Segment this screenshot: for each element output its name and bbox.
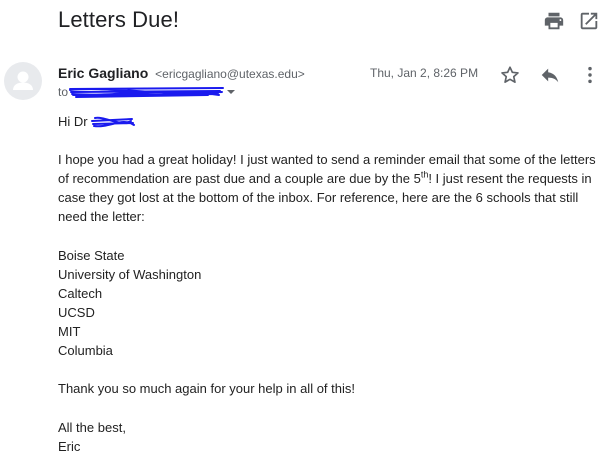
school-list-item: Caltech xyxy=(58,286,103,301)
school-list-item: Columbia xyxy=(58,343,113,358)
paragraph-text: ! I just resent the requests in xyxy=(428,171,592,186)
sender-line: Eric Gagliano <ericgagliano@utexas.edu> xyxy=(58,65,305,81)
email-subject: Letters Due! xyxy=(58,7,180,32)
email-date: Thu, Jan 2, 8:26 PM xyxy=(370,66,479,80)
paragraph-line: case they got lost at the bottom of the … xyxy=(58,190,579,205)
sender-name[interactable]: Eric Gagliano xyxy=(58,65,148,81)
sender-avatar xyxy=(4,62,42,100)
redaction-scribble xyxy=(69,87,224,98)
redaction-scribble xyxy=(91,116,135,128)
paragraph-line: I hope you had a great holiday! I just w… xyxy=(58,152,596,167)
dropdown-arrow-icon[interactable] xyxy=(226,88,236,96)
more-vertical-icon[interactable] xyxy=(579,64,601,86)
open-in-new-window-icon[interactable] xyxy=(578,10,600,32)
recipient-line: to xyxy=(58,85,68,99)
thanks-line: Thank you so much again for your help in… xyxy=(58,381,355,396)
school-list-item: University of Washington xyxy=(58,267,202,282)
star-icon[interactable] xyxy=(499,64,521,86)
greeting-line: Hi Dr xyxy=(58,112,88,131)
greeting-text: Hi Dr xyxy=(58,114,88,129)
reply-icon[interactable] xyxy=(539,64,561,86)
sender-email: <ericgagliano@utexas.edu> xyxy=(155,67,305,81)
school-list-item: MIT xyxy=(58,324,81,339)
signature-line: Eric xyxy=(58,439,81,454)
paragraph-line: of recommendation are past due and a cou… xyxy=(58,169,592,188)
school-list-item: Boise State xyxy=(58,248,125,263)
person-avatar-icon xyxy=(13,71,33,90)
paragraph-text: of recommendation are past due and a cou… xyxy=(58,171,421,186)
to-label: to xyxy=(58,85,69,99)
paragraph-line: need the letter: xyxy=(58,209,145,224)
signoff-line: All the best, xyxy=(58,420,126,435)
school-list-item: UCSD xyxy=(58,305,95,320)
print-icon[interactable] xyxy=(543,10,565,32)
